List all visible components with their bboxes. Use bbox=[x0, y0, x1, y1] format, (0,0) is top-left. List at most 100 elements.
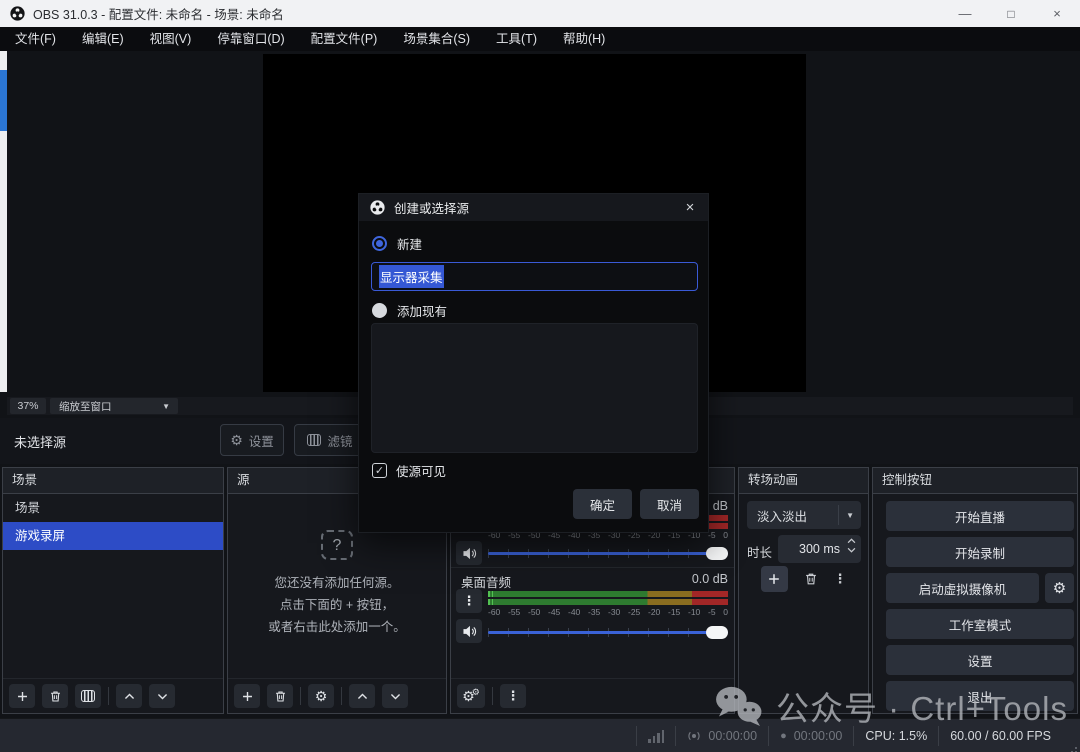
zoom-mode-dropdown[interactable]: 缩放至窗口 ▼ bbox=[50, 398, 178, 414]
source-filters-button[interactable]: 滤镜 bbox=[294, 424, 366, 456]
scene-item-2[interactable]: 游戏录屏 bbox=[3, 522, 223, 550]
dropdown-separator bbox=[838, 505, 839, 525]
settings-button[interactable]: 设置 bbox=[886, 645, 1074, 675]
menu-item-1[interactable]: 文件(F) bbox=[2, 27, 69, 51]
watermark: 公众号 · Ctrl+Tools bbox=[714, 682, 1068, 730]
network-status bbox=[637, 730, 675, 743]
radio-add-existing[interactable]: 添加现有 bbox=[372, 301, 447, 320]
dialog-title-bar: 创建或选择源 × bbox=[359, 194, 708, 221]
source-properties-button[interactable]: ⚙ bbox=[308, 684, 334, 708]
radio-unselected-icon bbox=[372, 303, 387, 318]
spinner-down-icon[interactable] bbox=[847, 547, 856, 553]
slider-handle[interactable] bbox=[706, 626, 728, 639]
gear-icon: ⚙ bbox=[315, 689, 328, 703]
scene-move-up-button[interactable] bbox=[116, 684, 142, 708]
advanced-audio-button[interactable]: ⚙ ⚙ bbox=[457, 684, 485, 708]
source-properties-button[interactable]: ⚙ 设置 bbox=[220, 424, 284, 456]
duration-spinbox[interactable]: 300 ms bbox=[778, 535, 861, 563]
source-move-down-button[interactable] bbox=[382, 684, 408, 708]
speaker-icon bbox=[462, 547, 477, 560]
db-tick-label: -30 bbox=[608, 607, 620, 617]
start-recording-button[interactable]: 开始录制 bbox=[886, 537, 1074, 567]
filters-icon bbox=[307, 434, 321, 446]
close-button[interactable]: × bbox=[1034, 0, 1080, 27]
db-tick-label: -45 bbox=[548, 607, 560, 617]
mixer-menu-button[interactable]: ⋮ bbox=[500, 684, 526, 708]
empty-state-line: 您还没有添加任何源。 bbox=[228, 572, 446, 594]
existing-sources-list[interactable] bbox=[371, 323, 698, 453]
duration-value: 300 ms bbox=[799, 542, 840, 556]
no-source-label: 未选择源 bbox=[14, 432, 66, 451]
transitions-header: 转场动画 bbox=[739, 468, 868, 494]
gear-icon: ⚙ bbox=[1053, 579, 1066, 597]
scenes-toolbar bbox=[3, 678, 223, 713]
maximize-button[interactable]: □ bbox=[988, 0, 1034, 27]
db-tick-label: -60 bbox=[488, 607, 500, 617]
menu-item-3[interactable]: 视图(V) bbox=[137, 27, 205, 51]
db-tick-label: -5 bbox=[708, 530, 716, 540]
transition-menu-button[interactable]: ⋮ bbox=[834, 571, 847, 587]
db-tick-label: 0 bbox=[723, 530, 728, 540]
virtual-camera-button[interactable]: 启动虚拟摄像机 bbox=[886, 573, 1039, 603]
db-tick-label: -40 bbox=[568, 607, 580, 617]
transition-current: 淡入淡出 bbox=[757, 506, 807, 525]
source-name-input[interactable]: 显示器采集 bbox=[371, 262, 698, 291]
cancel-button[interactable]: 取消 bbox=[640, 489, 699, 519]
make-source-visible-checkbox[interactable]: ✓ 使源可见 bbox=[372, 461, 446, 480]
transition-select[interactable]: 淡入淡出 ▼ bbox=[747, 501, 861, 529]
add-scene-button[interactable] bbox=[9, 684, 35, 708]
dialog-close-button[interactable]: × bbox=[672, 194, 708, 221]
empty-state-line: 或者右击此处添加一个。 bbox=[228, 616, 446, 638]
menu-item-5[interactable]: 配置文件(P) bbox=[298, 27, 391, 51]
menu-item-7[interactable]: 工具(T) bbox=[483, 27, 550, 51]
menu-item-6[interactable]: 场景集合(S) bbox=[390, 27, 483, 51]
mixer-row2-ticks: -60-55-50-45-40-35-30-25-20-15-10-50 bbox=[488, 607, 728, 617]
db-tick-label: -35 bbox=[588, 607, 600, 617]
ok-button[interactable]: 确定 bbox=[573, 489, 632, 519]
add-transition-button[interactable] bbox=[761, 566, 788, 592]
mixer-options-button[interactable]: ⋮ bbox=[456, 589, 482, 613]
zoom-percent: 37% bbox=[10, 398, 46, 414]
mixer-row1-db: dB bbox=[713, 499, 728, 513]
create-source-dialog: 创建或选择源 × 新建 显示器采集 添加现有 ✓ 使源可见 确定 取消 bbox=[358, 193, 709, 533]
source-properties-label: 设置 bbox=[249, 431, 274, 450]
remove-source-button[interactable] bbox=[267, 684, 293, 708]
volume-slider[interactable] bbox=[488, 625, 728, 639]
studio-mode-button[interactable]: 工作室模式 bbox=[886, 609, 1074, 639]
menu-item-8[interactable]: 帮助(H) bbox=[550, 27, 618, 51]
chevron-down-icon bbox=[156, 690, 169, 703]
start-streaming-button[interactable]: 开始直播 bbox=[886, 501, 1074, 531]
title-bar: OBS 31.0.3 - 配置文件: 未命名 - 场景: 未命名 — □ × bbox=[0, 0, 1080, 27]
virtual-camera-config-button[interactable]: ⚙ bbox=[1045, 573, 1074, 603]
mixer-divider bbox=[451, 567, 734, 568]
wechat-icon bbox=[714, 685, 764, 727]
menu-item-2[interactable]: 编辑(E) bbox=[69, 27, 137, 51]
scenes-header: 场景 bbox=[3, 468, 223, 494]
slider-handle[interactable] bbox=[706, 547, 728, 560]
source-filters-label: 滤镜 bbox=[327, 431, 352, 450]
mute-button[interactable] bbox=[456, 619, 482, 643]
source-move-up-button[interactable] bbox=[349, 684, 375, 708]
trash-icon bbox=[49, 690, 62, 703]
remove-transition-button[interactable] bbox=[804, 572, 818, 586]
menu-item-4[interactable]: 停靠窗口(D) bbox=[204, 27, 297, 51]
scene-filters-button[interactable] bbox=[75, 684, 101, 708]
radio-create-new[interactable]: 新建 bbox=[372, 234, 422, 253]
volume-slider[interactable] bbox=[488, 546, 728, 560]
gear-small-icon: ⚙ bbox=[472, 688, 480, 697]
db-tick-label: -5 bbox=[708, 607, 716, 617]
mute-button[interactable] bbox=[456, 541, 482, 565]
minimize-button[interactable]: — bbox=[942, 0, 988, 27]
trash-icon bbox=[274, 690, 287, 703]
selected-text: 显示器采集 bbox=[379, 265, 444, 288]
scene-item-1[interactable]: 场景 bbox=[3, 494, 223, 522]
remove-scene-button[interactable] bbox=[42, 684, 68, 708]
db-tick-label: -15 bbox=[668, 607, 680, 617]
resize-grip[interactable] bbox=[1075, 747, 1077, 749]
add-source-button[interactable] bbox=[234, 684, 260, 708]
question-box-icon: ? bbox=[321, 530, 353, 560]
plus-icon bbox=[16, 690, 29, 703]
spinner-up-icon[interactable] bbox=[847, 538, 856, 544]
scene-move-down-button[interactable] bbox=[149, 684, 175, 708]
stream-time-value: 00:00:00 bbox=[708, 729, 757, 743]
